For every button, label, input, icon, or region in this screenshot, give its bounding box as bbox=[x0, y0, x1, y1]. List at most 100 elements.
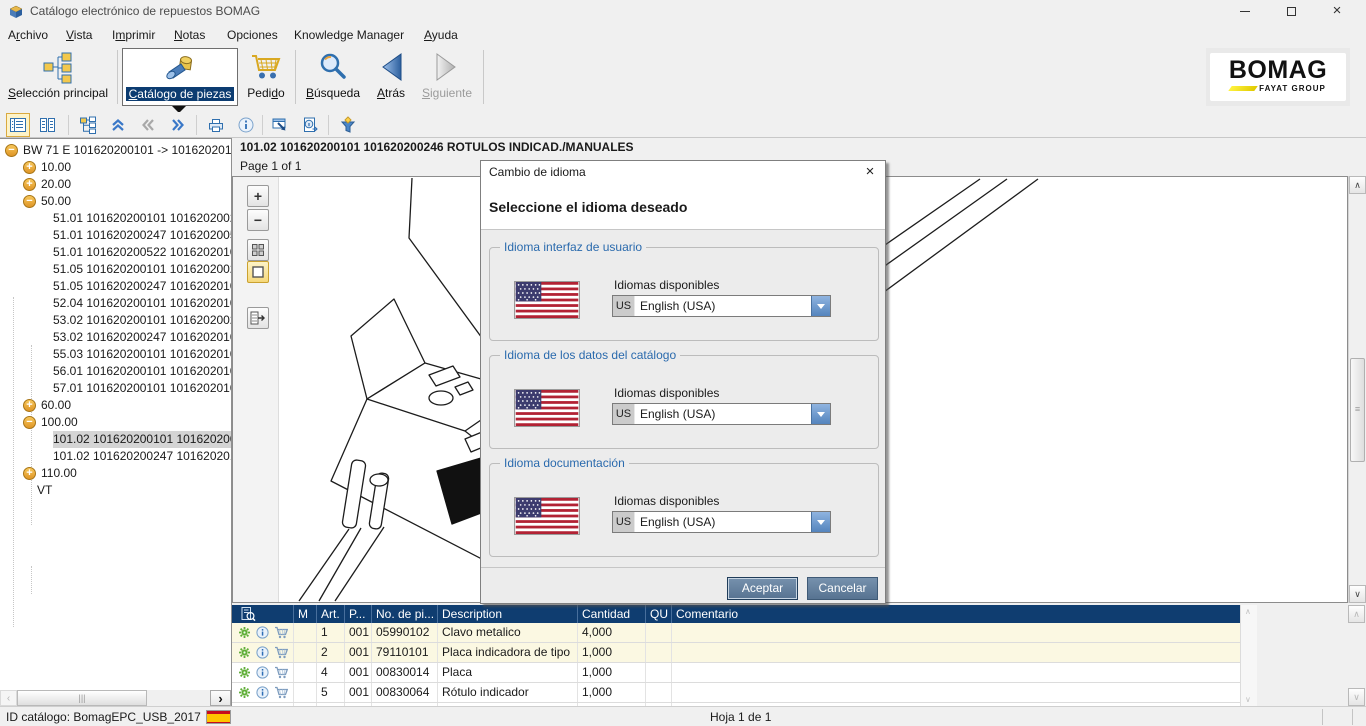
tree-item[interactable]: 52.04 101620200101 101620201000 bbox=[0, 295, 231, 312]
scroll-left-button[interactable]: ‹ bbox=[0, 690, 17, 706]
tree-item[interactable]: 101.02 101620200247 101620201000 bbox=[0, 448, 231, 465]
search-button[interactable]: Búsqueda bbox=[300, 48, 366, 106]
table-row[interactable]: 2 001 79110101 Placa indicadora de tipo … bbox=[232, 643, 1240, 663]
documentation-language-select[interactable]: US English (USA) bbox=[612, 511, 831, 533]
tree-item-root[interactable]: −BW 71 E 101620200101 -> 101620201000 bbox=[0, 142, 231, 159]
scroll-up-button[interactable]: ∧ bbox=[1348, 605, 1365, 623]
cancel-button[interactable]: Cancelar bbox=[807, 577, 878, 600]
tree-item[interactable]: 51.01 101620200522 101620201000 bbox=[0, 244, 231, 261]
close-button[interactable]: × bbox=[1320, 0, 1354, 24]
tree-item[interactable]: 57.01 101620200101 101620201000 bbox=[0, 380, 231, 397]
zoom-out-button[interactable]: − bbox=[247, 209, 269, 231]
menu-ayuda[interactable]: Ayuda bbox=[424, 24, 458, 46]
tree-view-button[interactable] bbox=[76, 113, 100, 137]
table-row[interactable]: 4 001 00830014 Placa 1,000 bbox=[232, 663, 1240, 683]
zoom-in-button[interactable]: + bbox=[247, 185, 269, 207]
tree-collapse-icon[interactable]: − bbox=[23, 416, 36, 429]
info-icon[interactable] bbox=[256, 626, 269, 639]
dropdown-arrow-icon[interactable] bbox=[811, 512, 830, 532]
scrollbar-thumb[interactable]: ≡ bbox=[1350, 358, 1365, 462]
scroll-up-button[interactable]: ∧ bbox=[1245, 607, 1251, 616]
tree-collapse-icon[interactable]: − bbox=[23, 195, 36, 208]
info-icon[interactable] bbox=[256, 666, 269, 679]
tree-collapse-icon[interactable]: − bbox=[5, 144, 18, 157]
tree-item[interactable]: 51.05 101620200247 101620201000 bbox=[0, 278, 231, 295]
info-icon[interactable] bbox=[256, 686, 269, 699]
export-view-button[interactable] bbox=[268, 113, 292, 137]
tree-item[interactable]: 51.01 101620200247 101620200521 bbox=[0, 227, 231, 244]
tree-item-selected[interactable]: 101.02 101620200101 101620200246 bbox=[0, 431, 231, 448]
gear-icon[interactable] bbox=[238, 686, 251, 699]
spanish-flag-icon[interactable] bbox=[206, 710, 231, 724]
table-row[interactable]: 1 001 05990102 Clavo metalico 4,000 bbox=[232, 623, 1240, 643]
tree-expand-icon[interactable]: + bbox=[23, 161, 36, 174]
dropdown-arrow-icon[interactable] bbox=[811, 296, 830, 316]
menu-notas[interactable]: Notas bbox=[174, 24, 205, 46]
tree-item[interactable]: −50.00 bbox=[0, 193, 231, 210]
table-vertical-scrollbar[interactable]: ∧∨ bbox=[1240, 605, 1257, 706]
print-button[interactable] bbox=[204, 113, 228, 137]
minimize-button[interactable] bbox=[1228, 0, 1262, 24]
gear-icon[interactable] bbox=[238, 646, 251, 659]
cart-icon[interactable] bbox=[274, 686, 288, 699]
menu-archivo[interactable]: Archivo bbox=[8, 24, 48, 46]
menu-vista[interactable]: Vista bbox=[66, 24, 92, 46]
info-button[interactable] bbox=[234, 113, 258, 137]
column-view-button[interactable] bbox=[36, 113, 60, 137]
filter-button[interactable] bbox=[336, 113, 360, 137]
tree-item[interactable]: 53.02 101620200247 101620201000 bbox=[0, 329, 231, 346]
dropdown-arrow-icon[interactable] bbox=[811, 404, 830, 424]
main-selection-button[interactable]: Selección principal bbox=[2, 48, 114, 106]
tree-item[interactable]: +110.00 bbox=[0, 465, 231, 482]
menu-opciones[interactable]: Opciones bbox=[227, 24, 278, 46]
document-info-button[interactable] bbox=[298, 113, 322, 137]
ui-language-select[interactable]: US English (USA) bbox=[612, 295, 831, 317]
scroll-up-button[interactable]: ∧ bbox=[1349, 176, 1366, 194]
tree-item[interactable]: 56.01 101620200101 101620201000 bbox=[0, 363, 231, 380]
order-button[interactable]: Pedido bbox=[240, 48, 292, 106]
tree-item[interactable]: 51.05 101620200101 101620200246 bbox=[0, 261, 231, 278]
fit-view-button[interactable] bbox=[247, 261, 269, 283]
tree-expand-icon[interactable]: + bbox=[23, 467, 36, 480]
back-button[interactable]: Atrás bbox=[368, 48, 414, 106]
drawing-vertical-scrollbar[interactable]: ∧ ≡ ∨ bbox=[1348, 176, 1366, 603]
tile-view-button[interactable] bbox=[247, 239, 269, 261]
info-icon[interactable] bbox=[256, 646, 269, 659]
catalog-language-select[interactable]: US English (USA) bbox=[612, 403, 831, 425]
gear-icon[interactable] bbox=[238, 626, 251, 639]
maximize-button[interactable] bbox=[1274, 0, 1308, 24]
scroll-down-button[interactable]: ∨ bbox=[1348, 688, 1365, 706]
tree-item[interactable]: 53.02 101620200101 101620200246 bbox=[0, 312, 231, 329]
scroll-down-button[interactable]: ∨ bbox=[1245, 695, 1251, 704]
cart-icon[interactable] bbox=[274, 646, 288, 659]
tree-item[interactable]: +10.00 bbox=[0, 159, 231, 176]
cart-icon[interactable] bbox=[274, 666, 288, 679]
tree-item[interactable]: +60.00 bbox=[0, 397, 231, 414]
tree-horizontal-scrollbar[interactable]: ‹ ||| › bbox=[0, 690, 232, 706]
right-pane-scrollbar[interactable]: ∧ ∨ bbox=[1348, 605, 1366, 706]
gear-icon[interactable] bbox=[238, 666, 251, 679]
menu-imprimir[interactable]: Imprimir bbox=[112, 24, 155, 46]
tree-expand-icon[interactable]: + bbox=[23, 178, 36, 191]
scroll-down-button[interactable]: ∨ bbox=[1349, 585, 1366, 603]
tree-item[interactable]: VT bbox=[0, 482, 231, 499]
scrollbar-thumb[interactable]: ||| bbox=[17, 690, 147, 706]
menu-knowledge-manager[interactable]: Knowledge Manager bbox=[294, 24, 404, 46]
panel-toggle-button[interactable] bbox=[247, 307, 269, 329]
tree-item[interactable]: −100.00 bbox=[0, 414, 231, 431]
tree-item[interactable]: +20.00 bbox=[0, 176, 231, 193]
tree-item[interactable]: 51.01 101620200101 101620200246 bbox=[0, 210, 231, 227]
detail-view-button[interactable] bbox=[6, 113, 30, 137]
next-page-button[interactable] bbox=[166, 113, 190, 137]
cart-icon[interactable] bbox=[274, 626, 288, 639]
table-row[interactable]: 5 001 00830064 Rótulo indicador 1,000 bbox=[232, 683, 1240, 703]
scroll-right-button[interactable]: › bbox=[210, 690, 231, 706]
accept-button[interactable]: Aceptar bbox=[727, 577, 798, 600]
parts-catalog-button[interactable]: Catálogo de piezas bbox=[122, 48, 238, 106]
go-up-button[interactable] bbox=[106, 113, 130, 137]
dialog-titlebar[interactable]: Cambio de idioma bbox=[481, 161, 885, 183]
dialog-close-icon[interactable]: × bbox=[861, 163, 879, 181]
tree-item[interactable]: 55.03 101620200101 101620201000 bbox=[0, 346, 231, 363]
previous-page-button[interactable] bbox=[136, 113, 160, 137]
tree-expand-icon[interactable]: + bbox=[23, 399, 36, 412]
